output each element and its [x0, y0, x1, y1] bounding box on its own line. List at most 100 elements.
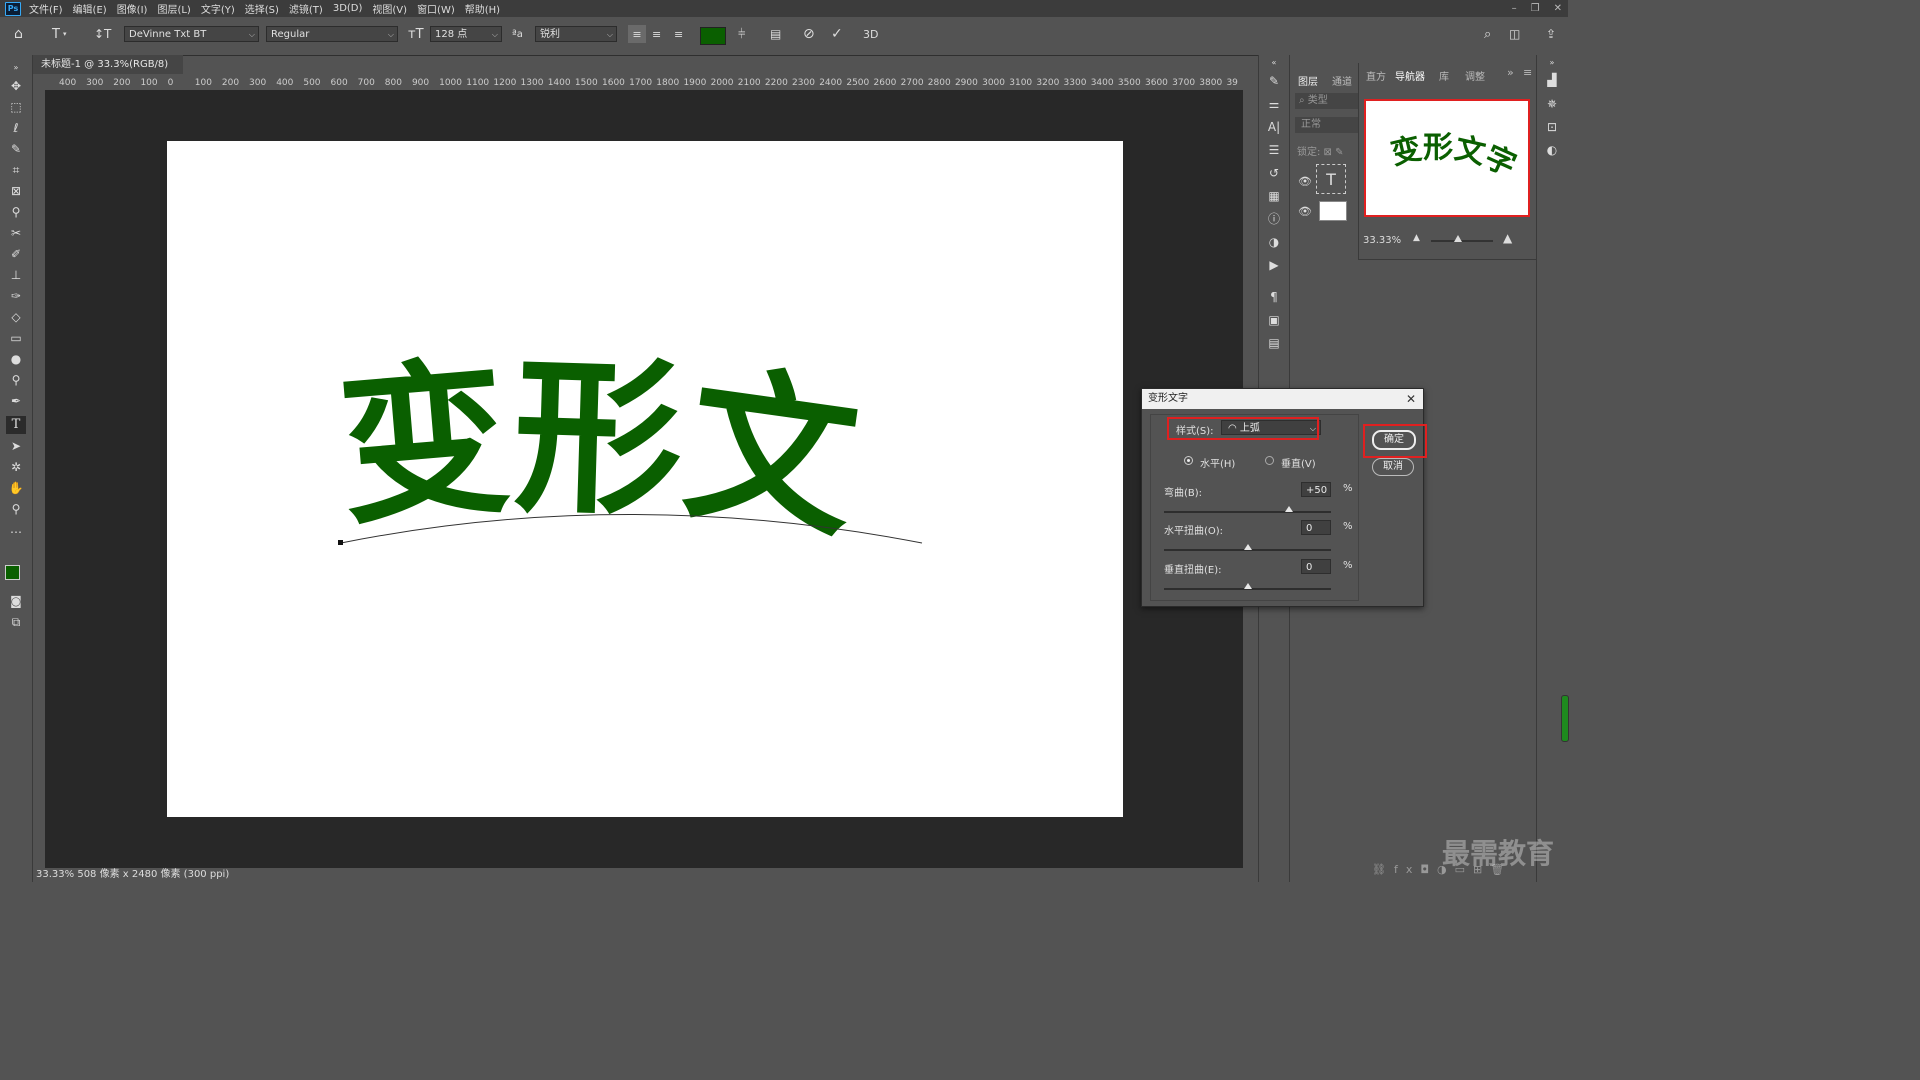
horizontal-radio[interactable] — [1184, 456, 1193, 465]
pen-tool-icon[interactable]: ✒ — [6, 392, 26, 410]
notes-icon[interactable]: ▤ — [1266, 335, 1282, 351]
healing-tool-icon[interactable]: ✂ — [6, 224, 26, 242]
swatches-icon[interactable]: ▦ — [1266, 188, 1282, 204]
dialog-close-icon[interactable]: ✕ — [1406, 389, 1416, 409]
adjustments-icon[interactable]: ◑ — [1266, 234, 1282, 250]
panel-collapse-icon[interactable]: » — [1507, 66, 1514, 79]
tab-adjustments[interactable]: 调整 — [1465, 68, 1485, 83]
eraser-tool-icon[interactable]: ◇ — [6, 308, 26, 326]
share-icon[interactable]: ⇪ — [1546, 25, 1556, 43]
font-size-select[interactable]: 128 点 ⌵ — [430, 26, 502, 42]
paragraph-icon[interactable]: ¶ — [1266, 289, 1282, 305]
path-select-tool-icon[interactable]: ➤ — [6, 437, 26, 455]
tab-histogram[interactable]: 直方 — [1366, 68, 1386, 83]
zoom-tool-icon[interactable]: ⚲ — [6, 500, 26, 518]
gradient-tool-icon[interactable]: ▭ — [6, 329, 26, 347]
document-tab[interactable]: 未标题-1 @ 33.3%(RGB/8) × — [33, 55, 183, 89]
scroll-indicator[interactable] — [1561, 695, 1569, 742]
visibility-eye-icon[interactable]: 👁 — [1298, 175, 1312, 188]
visibility-eye-icon[interactable]: 👁 — [1298, 205, 1312, 218]
more-tools-icon[interactable]: ⋯ — [6, 523, 26, 541]
commit-edit-icon[interactable]: ✓ — [831, 25, 843, 43]
panel-menu-icon[interactable]: ≡ — [1523, 66, 1532, 79]
type-tool-icon[interactable]: T — [6, 416, 26, 434]
font-family-select[interactable]: DeVinne Txt BT ⌵ — [124, 26, 259, 42]
vertical-distortion-thumb[interactable] — [1243, 583, 1252, 589]
tab-libraries[interactable]: 库 — [1439, 68, 1449, 83]
horizontal-distortion-thumb[interactable] — [1243, 544, 1252, 550]
restore-button[interactable]: ❐ — [1531, 3, 1540, 14]
navigator-zoom[interactable]: 33.33% — [1363, 235, 1401, 246]
zoom-out-icon[interactable]: ▲ — [1413, 233, 1420, 243]
history-icon[interactable]: ↺ — [1266, 165, 1282, 181]
navigator-icon[interactable]: ✵ — [1544, 96, 1560, 112]
stamp-tool-icon[interactable]: ⊥ — [6, 266, 26, 284]
navigator-slider-thumb[interactable] — [1454, 235, 1462, 242]
3d-button[interactable]: 3D — [863, 25, 878, 43]
align-left-button[interactable]: ≡ — [628, 25, 646, 43]
zoom-in-icon[interactable]: ▲ — [1503, 231, 1512, 245]
libraries-icon[interactable]: ⊡ — [1544, 119, 1560, 135]
font-style-select[interactable]: Regular ⌵ — [266, 26, 398, 42]
vertical-radio[interactable] — [1265, 456, 1274, 465]
menu-image[interactable]: 图像(I) — [117, 1, 148, 16]
info-icon[interactable]: ⓘ — [1266, 211, 1282, 227]
menu-select[interactable]: 选择(S) — [245, 1, 279, 16]
menu-window[interactable]: 窗口(W) — [417, 1, 455, 16]
type-tool-preset-icon[interactable]: T ▾ — [52, 25, 66, 43]
cancel-edit-icon[interactable]: ⊘ — [803, 25, 815, 43]
collapse-arrows-icon[interactable]: « — [1266, 55, 1282, 71]
histogram-icon[interactable]: ▟ — [1544, 72, 1560, 88]
tab-navigator[interactable]: 导航器 — [1395, 68, 1425, 83]
align-right-button[interactable]: ≡ — [674, 25, 683, 43]
quick-mask-icon[interactable]: ◙ — [6, 592, 26, 610]
document-canvas[interactable]: 变形文字 — [83, 0, 1123, 817]
menu-layer[interactable]: 图层(L) — [157, 1, 190, 16]
bend-slider-thumb[interactable] — [1285, 506, 1294, 512]
eyedropper-tool-icon[interactable]: ⚲ — [6, 203, 26, 221]
quick-select-tool-icon[interactable]: ✎ — [6, 140, 26, 158]
blend-mode-select[interactable]: 正常 — [1295, 117, 1360, 133]
move-tool-icon[interactable]: ✥ — [6, 77, 26, 95]
navigator-preview[interactable]: 变形文字 — [1364, 99, 1530, 217]
menu-3d[interactable]: 3D(D) — [333, 3, 363, 14]
actions-play-icon[interactable]: ▶ — [1266, 257, 1282, 273]
marquee-tool-icon[interactable]: ⬚ — [6, 98, 26, 116]
tab-channels[interactable]: 通道 — [1332, 73, 1352, 88]
navigator-zoom-slider[interactable] — [1431, 240, 1493, 242]
expand-arrows-icon[interactable]: » — [1544, 55, 1560, 71]
menu-view[interactable]: 视图(V) — [372, 1, 407, 16]
path-anchor-point[interactable] — [338, 540, 343, 545]
bend-slider[interactable] — [1164, 511, 1331, 513]
glyphs-icon[interactable]: ▣ — [1266, 312, 1282, 328]
close-window-button[interactable]: ✕ — [1554, 3, 1562, 14]
text-layer-thumbnail[interactable]: T — [1316, 164, 1346, 194]
menu-type[interactable]: 文字(Y) — [201, 1, 235, 16]
crop-tool-icon[interactable]: ⌗ — [6, 161, 26, 179]
toggle-text-orientation-icon[interactable]: ↕T — [94, 25, 111, 43]
history-brush-icon[interactable]: ✑ — [6, 287, 26, 305]
minimize-button[interactable]: – — [1512, 3, 1517, 14]
workspace-icon[interactable]: ◫ — [1509, 25, 1520, 43]
vertical-distortion-input[interactable]: 0 — [1301, 559, 1331, 574]
layer-filter-input[interactable]: ⌕ 类型 — [1295, 93, 1360, 109]
brush-settings-icon[interactable]: ✎ — [1266, 73, 1282, 89]
antialias-select[interactable]: 锐利 ⌵ — [535, 26, 617, 42]
warp-text-icon[interactable]: ⫩ — [738, 25, 745, 43]
menu-edit[interactable]: 编辑(E) — [73, 1, 107, 16]
blur-tool-icon[interactable]: ● — [6, 350, 26, 368]
character-icon[interactable]: A| — [1266, 119, 1282, 135]
adjust-icon[interactable]: ◐ — [1544, 142, 1560, 158]
shape-tool-icon[interactable]: ✲ — [6, 458, 26, 476]
menu-file[interactable]: 文件(F) — [29, 1, 63, 16]
bend-input[interactable]: +50 — [1301, 482, 1331, 497]
dodge-tool-icon[interactable]: ⚲ — [6, 371, 26, 389]
cancel-button[interactable]: 取消 — [1372, 458, 1414, 476]
paragraph-styles-icon[interactable]: ☰ — [1266, 142, 1282, 158]
menu-help[interactable]: 帮助(H) — [465, 1, 500, 16]
menu-filter[interactable]: 滤镜(T) — [289, 1, 323, 16]
background-layer-thumbnail[interactable] — [1319, 201, 1347, 221]
tab-layers[interactable]: 图层 — [1298, 73, 1318, 88]
text-color-swatch[interactable] — [700, 27, 726, 45]
foreground-color-swatch[interactable] — [5, 565, 20, 580]
